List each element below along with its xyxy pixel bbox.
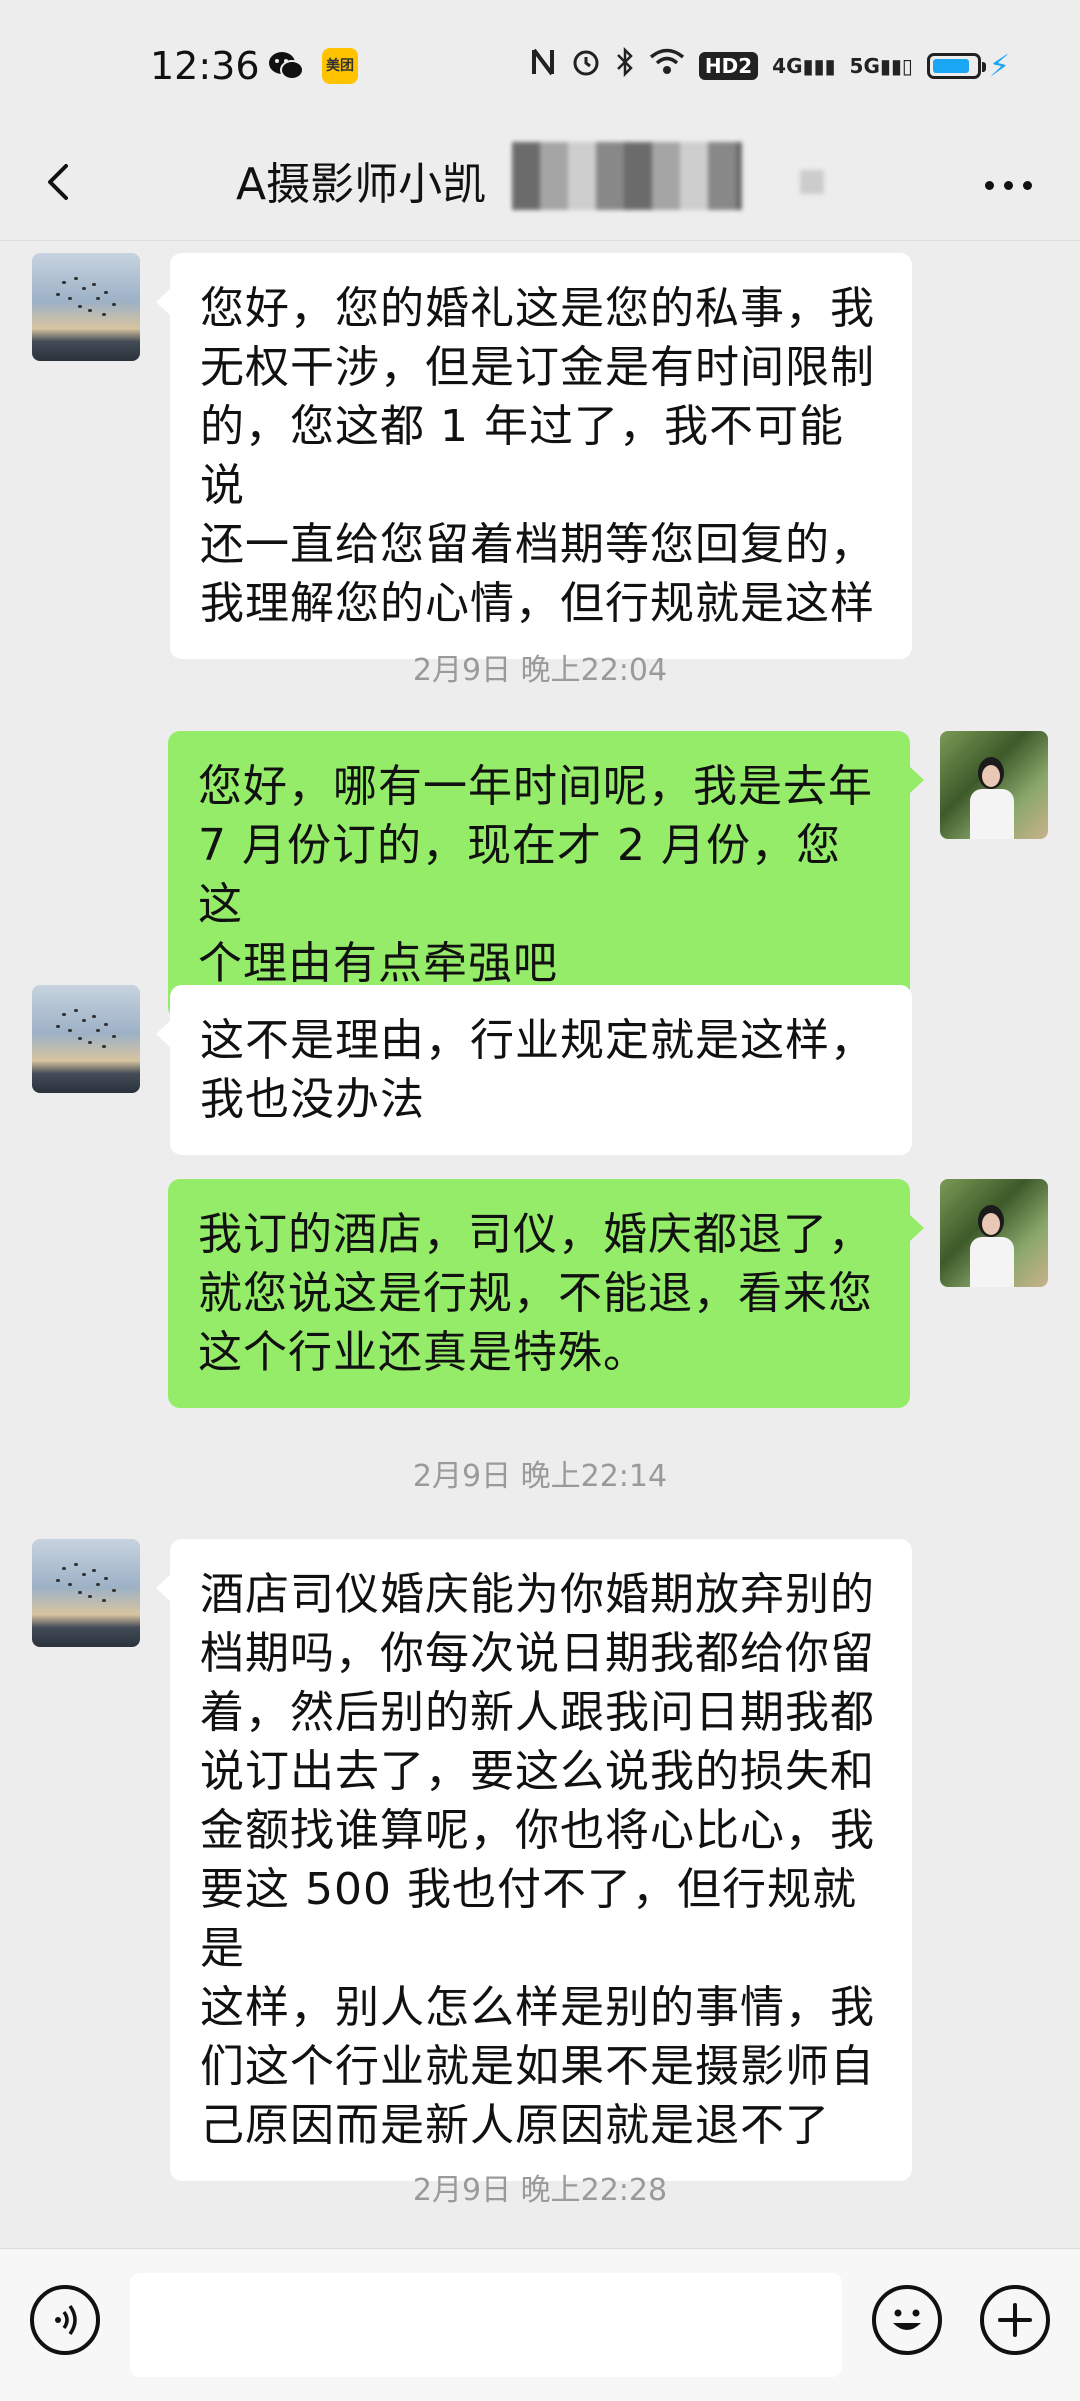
redacted-name-mask (512, 142, 742, 210)
chat-header: A摄影师小凯 (0, 130, 1080, 241)
avatar-body (970, 789, 1014, 839)
message-bubble-sent[interactable]: 我订的酒店，司仪，婚庆都退了， 就您说这是行规，不能退，看来您 这个行业还真是特… (168, 1179, 924, 1408)
bluetooth-icon (615, 46, 635, 85)
chevron-left-icon (48, 164, 68, 200)
message-timestamp: 2月9日 晚上22:14 (412, 1459, 668, 1494)
avatar-face (982, 1213, 1000, 1235)
bird-shape (74, 1563, 78, 1566)
bird-shape (74, 277, 78, 280)
more-dot (1004, 181, 1013, 190)
bird-shape (88, 1595, 92, 1598)
wechat-icon (268, 48, 304, 84)
battery-fill (932, 59, 969, 73)
status-icons: HD2 4G▮▮▮ 5G▮▮▯ ⚡ (529, 44, 1010, 88)
message-bubble-received[interactable]: 酒店司仪婚庆能为你婚期放弃别的 档期吗，你每次说日期我都给你留 着，然后别的新人… (156, 1539, 912, 2181)
plus-button[interactable] (980, 2285, 1050, 2355)
self-avatar-image (940, 731, 1048, 839)
contact-avatar-image (32, 253, 140, 361)
hd-icon: HD2 (698, 52, 759, 80)
more-dot (985, 181, 994, 190)
voice-icon (55, 2304, 77, 2336)
bird-shape (104, 1577, 108, 1580)
nfc-icon (529, 47, 557, 85)
bird-shape (112, 303, 116, 306)
back-button[interactable] (30, 152, 90, 212)
message-bubble-sent[interactable]: 您好，哪有一年时间呢，我是去年 7 月份订的，现在才 2 月份，您这 个理由有点… (168, 731, 924, 1019)
bird-shape (74, 1009, 78, 1012)
network-4g-label: 4G (772, 54, 803, 78)
contact-avatar[interactable] (32, 253, 140, 361)
bird-shape (78, 1591, 82, 1594)
bird-shape (88, 309, 92, 312)
bird-shape (92, 283, 96, 286)
bird-shape (82, 287, 86, 290)
more-dot (1023, 181, 1032, 190)
bird-shape (104, 291, 108, 294)
voice-button[interactable] (30, 2285, 100, 2355)
bird-shape (112, 1035, 116, 1038)
self-avatar-image (940, 1179, 1048, 1287)
bird-shape (62, 1013, 66, 1016)
bird-shape (82, 1573, 86, 1576)
status-bar: 12:36 美团 HD2 4G▮▮▮ 5G▮▮▯ ⚡ (0, 0, 1080, 130)
message-bubble-received[interactable]: 这不是理由，行业规定就是这样， 我也没办法 (156, 985, 912, 1155)
bird-shape (68, 1029, 72, 1032)
self-avatar[interactable] (940, 731, 1048, 839)
bird-shape (88, 1041, 92, 1044)
bird-shape (96, 297, 100, 300)
bird-shape (96, 1029, 100, 1032)
contact-avatar-image (32, 1539, 140, 1647)
chat-messages[interactable]: 您好，您的婚礼这是您的私事，我 无权干涉，但是订金是有时间限制 的，您这都 1 … (0, 241, 1080, 2239)
message-input[interactable] (130, 2273, 842, 2377)
bird-shape (92, 1569, 96, 1572)
signal-5g-icon: 5G▮▮▯ (849, 54, 913, 78)
bird-shape (112, 1589, 116, 1592)
contact-avatar[interactable] (32, 1539, 140, 1647)
bird-shape (96, 1583, 100, 1586)
chat-title: A摄影师小凯 (236, 159, 487, 210)
avatar-body (970, 1237, 1014, 1287)
redacted-mask-small (800, 170, 824, 194)
battery-icon (926, 53, 986, 79)
contact-avatar-image (32, 985, 140, 1093)
alarm-icon (571, 47, 601, 85)
charging-icon: ⚡ (988, 48, 1010, 84)
plus-icon (998, 2303, 1032, 2337)
status-time: 12:36 (150, 44, 260, 88)
bird-shape (104, 1023, 108, 1026)
wifi-icon (649, 48, 685, 84)
avatar-face (982, 765, 1000, 787)
signal-4g-icon: 4G▮▮▮ (772, 54, 836, 78)
bird-shape (56, 293, 60, 296)
bird-shape (56, 1579, 60, 1582)
bird-shape (56, 1025, 60, 1028)
bird-shape (68, 1583, 72, 1586)
network-5g-label: 5G (849, 54, 880, 78)
bird-shape (62, 281, 66, 284)
input-bar (0, 2248, 1080, 2401)
emoji-icon (893, 2309, 921, 2330)
message-bubble-received[interactable]: 您好，您的婚礼这是您的私事，我 无权干涉，但是订金是有时间限制 的，您这都 1 … (156, 253, 912, 659)
bird-shape (102, 313, 106, 316)
bird-shape (62, 1567, 66, 1570)
bird-shape (78, 1037, 82, 1040)
self-avatar[interactable] (940, 1179, 1048, 1287)
message-timestamp: 2月9日 晚上22:28 (412, 2173, 668, 2208)
bird-shape (92, 1015, 96, 1018)
meituan-icon: 美团 (322, 48, 358, 84)
bird-shape (102, 1599, 106, 1602)
battery-nub (981, 62, 986, 72)
bird-shape (82, 1019, 86, 1022)
contact-avatar[interactable] (32, 985, 140, 1093)
bird-shape (78, 305, 82, 308)
bird-shape (102, 1045, 106, 1048)
bird-shape (68, 297, 72, 300)
message-timestamp: 2月9日 晚上22:04 (412, 653, 668, 688)
more-button[interactable] (980, 166, 1050, 206)
emoji-button[interactable] (872, 2285, 942, 2355)
